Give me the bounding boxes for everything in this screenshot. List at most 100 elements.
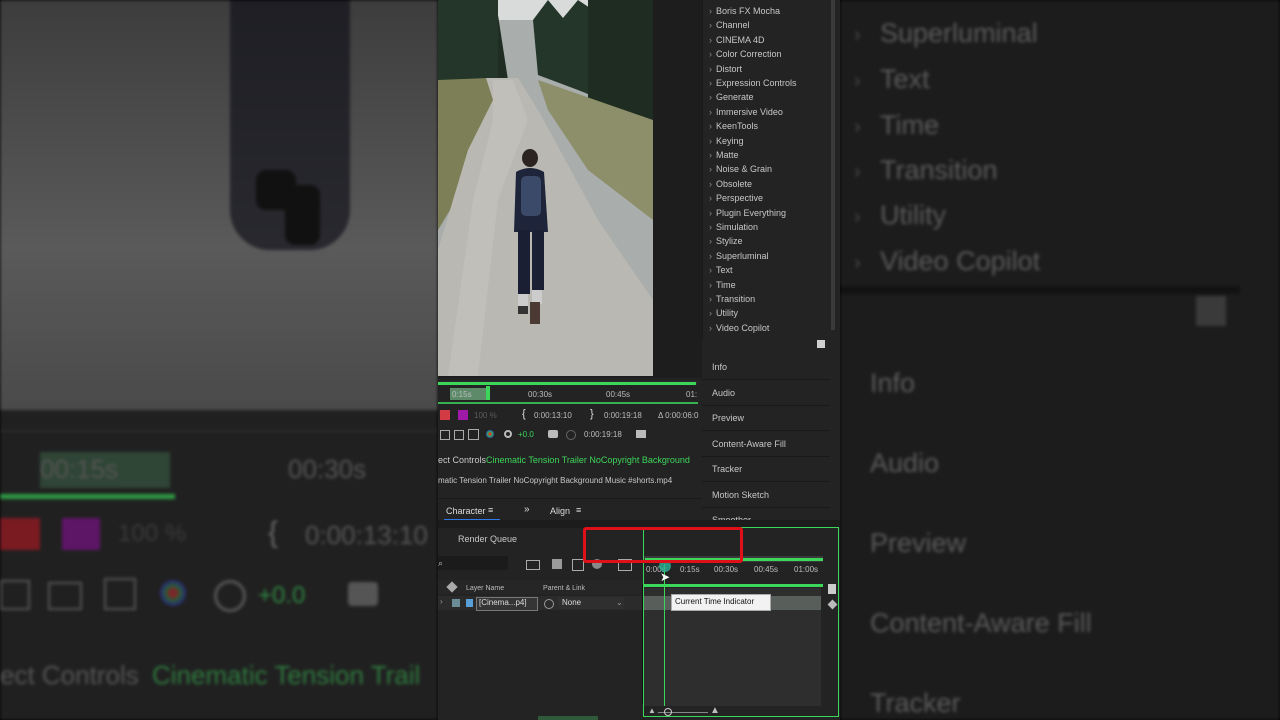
bg-panel: Info <box>870 368 916 398</box>
chevron-right-icon: › <box>709 106 712 117</box>
effect-category-label: Noise & Grain <box>716 164 773 175</box>
effect-category-item[interactable]: › KeenTools <box>709 121 758 131</box>
effect-category-item[interactable]: › Distort <box>709 64 742 74</box>
panel-info[interactable]: Info <box>712 362 727 372</box>
search-input[interactable] <box>438 556 508 570</box>
effect-category-item[interactable]: › Superluminal <box>709 251 769 261</box>
scrollbar[interactable] <box>831 0 835 330</box>
menu-icon[interactable]: ≡ <box>576 505 581 515</box>
keyframe-icon[interactable] <box>827 599 838 610</box>
region-icon[interactable] <box>468 429 479 440</box>
panel-motion-sketch[interactable]: Motion Sketch <box>712 490 769 500</box>
effect-category-item[interactable]: › Obsolete <box>709 179 752 189</box>
effect-category-item[interactable]: › Expression Controls <box>709 78 797 88</box>
effect-category-item[interactable]: › Video Copilot <box>709 323 769 333</box>
effect-category-label: Color Correction <box>716 49 782 60</box>
effect-category-item[interactable]: › Text <box>709 265 733 275</box>
effect-category-item[interactable]: › Boris FX Mocha <box>709 6 780 16</box>
effect-category-item[interactable]: › Utility <box>709 308 738 318</box>
zoom-out-icon[interactable]: ▲ <box>648 706 656 715</box>
tab-render-queue[interactable]: Render Queue <box>458 534 517 544</box>
effect-category-item[interactable]: › Transition <box>709 294 755 304</box>
grid-icon[interactable] <box>440 430 450 440</box>
panel-content-aware-fill[interactable]: Content-Aware Fill <box>712 439 786 449</box>
draft-3d-icon[interactable] <box>552 559 562 569</box>
playhead[interactable] <box>486 386 490 400</box>
end-time[interactable]: 0:00:19:18 <box>604 411 642 420</box>
end-marker-icon[interactable] <box>828 584 836 594</box>
layer-row[interactable]: › [Cinema...p4] None ⌄ <box>438 596 643 611</box>
motion-blur-icon[interactable] <box>592 559 602 569</box>
effect-category-label: Generate <box>716 92 754 103</box>
shy-icon[interactable] <box>572 559 584 571</box>
tab-character[interactable]: Character <box>446 506 486 516</box>
effect-category-item[interactable]: › Plugin Everything <box>709 208 786 218</box>
layer-color-label[interactable] <box>452 599 460 607</box>
effect-category-item[interactable]: › Immersive Video <box>709 107 783 117</box>
pickwhip-icon[interactable] <box>544 599 554 609</box>
effect-category-item[interactable]: › Time <box>709 280 736 290</box>
effect-controls-label[interactable]: ect Controls <box>438 455 486 465</box>
effect-category-item[interactable]: › Generate <box>709 92 754 102</box>
current-time-indicator-line[interactable] <box>664 564 665 706</box>
channel-icon[interactable] <box>486 430 494 438</box>
effect-category-item[interactable]: › Keying <box>709 136 744 146</box>
chevron-right-icon: › <box>709 178 712 189</box>
col-parent-link[interactable]: Parent & Link <box>543 585 585 592</box>
graph-editor-icon[interactable] <box>618 559 632 571</box>
ruler-tick: 01:00s <box>794 565 819 574</box>
layer-name[interactable]: [Cinema...p4] <box>479 598 527 607</box>
effect-category-item[interactable]: › Simulation <box>709 222 758 232</box>
fast-preview-icon[interactable] <box>636 430 646 438</box>
video-frame <box>438 0 653 376</box>
bg-panel: Content-Aware Fill <box>870 608 1092 638</box>
exposure-icon[interactable] <box>504 430 512 438</box>
panel-tracker[interactable]: Tracker <box>712 464 742 474</box>
panel-preview[interactable]: Preview <box>712 413 744 423</box>
chevron-right-icon: › <box>709 135 712 146</box>
effect-category-item[interactable]: › Channel <box>709 20 750 30</box>
zoom-in-icon[interactable]: ▲ <box>710 705 720 716</box>
effect-category-item[interactable]: › Color Correction <box>709 49 782 59</box>
timecode-display[interactable]: 0:00:19:18 <box>584 430 622 439</box>
effect-category-item[interactable]: › Stylize <box>709 236 743 246</box>
zoom-slider-handle[interactable] <box>664 708 672 716</box>
chevron-right-icon: › <box>709 164 712 175</box>
effect-category-label: Simulation <box>716 222 759 232</box>
bg-panel: Tracker <box>870 688 961 718</box>
camera-icon[interactable] <box>548 430 558 438</box>
blurred-background-right: › Superluminal › Text › Time › Transitio… <box>840 0 1280 720</box>
color-swatch-purple[interactable] <box>458 410 468 420</box>
expand-icon[interactable]: » <box>524 504 530 515</box>
tooltip: Current Time Indicator <box>671 594 771 611</box>
panel-audio[interactable]: Audio <box>712 388 735 398</box>
effect-controls-comp[interactable]: Cinematic Tension Trailer NoCopyright Ba… <box>486 455 690 465</box>
chevron-right-icon: › <box>709 222 712 232</box>
effect-category-label: Time <box>716 279 736 290</box>
bg-item: Text <box>880 64 930 94</box>
exposure-value[interactable]: +0.0 <box>518 430 534 439</box>
effect-category-label: Transition <box>716 294 756 304</box>
mask-icon[interactable] <box>454 430 464 440</box>
mouse-pointer-icon: ➤ <box>660 570 671 584</box>
duration-delta: Δ 0:00:06:0 <box>658 411 699 420</box>
color-picker-icon[interactable] <box>566 430 576 440</box>
effect-category-item[interactable]: › Noise & Grain <box>709 164 772 174</box>
col-layer-name[interactable]: Layer Name <box>466 585 504 592</box>
comp-mini-flowchart-icon[interactable] <box>526 560 540 570</box>
panel-resize-icon[interactable] <box>817 340 825 348</box>
effect-category-item[interactable]: › CINEMA 4D <box>709 35 765 45</box>
zoom-percent[interactable]: 100 % <box>474 411 497 420</box>
menu-icon[interactable]: ≡ <box>488 505 493 515</box>
chevron-right-icon: › <box>709 6 712 16</box>
chevron-right-icon: › <box>854 116 861 138</box>
current-time[interactable]: 0:00:13:10 <box>534 411 572 420</box>
tab-align[interactable]: Align <box>550 506 570 516</box>
chevron-right-icon: › <box>709 49 712 60</box>
parent-value[interactable]: None <box>562 598 581 607</box>
expand-arrow-icon[interactable]: › <box>440 597 443 606</box>
effect-category-item[interactable]: › Matte <box>709 150 739 160</box>
color-swatch-red[interactable] <box>440 410 450 420</box>
effect-category-label: Text <box>716 265 733 276</box>
effect-category-item[interactable]: › Perspective <box>709 193 763 203</box>
